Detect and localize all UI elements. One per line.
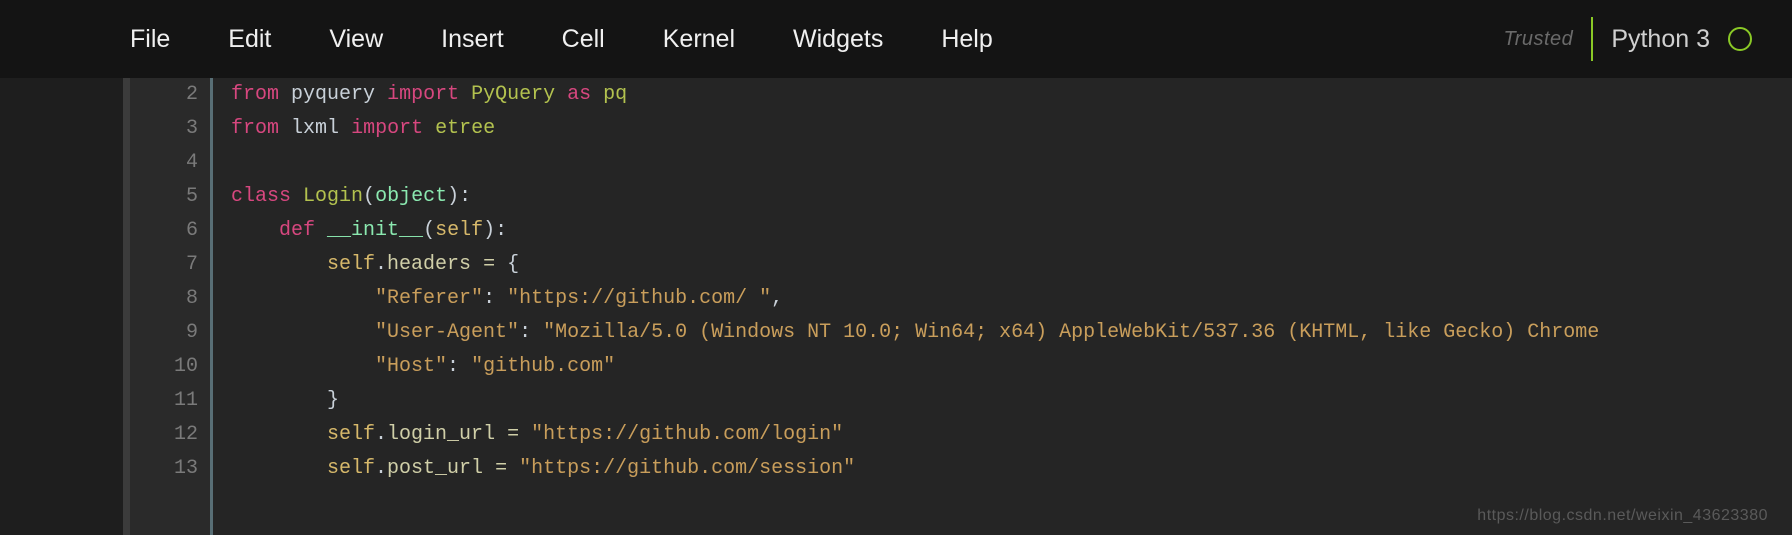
code-cell[interactable]: 2345678910111213 from pyquery import PyQ… <box>130 78 1792 535</box>
trusted-label: Trusted <box>1503 28 1573 51</box>
line-number: 12 <box>130 418 210 452</box>
code-line[interactable]: self.headers = { <box>231 248 1792 282</box>
menu-items: File Edit View Insert Cell Kernel Widget… <box>130 25 993 54</box>
code-line[interactable]: from pyquery import PyQuery as pq <box>231 78 1792 112</box>
menu-cell[interactable]: Cell <box>562 25 605 54</box>
line-number-gutter: 2345678910111213 <box>130 78 210 535</box>
line-number: 13 <box>130 452 210 486</box>
menu-file[interactable]: File <box>130 25 170 54</box>
line-number: 3 <box>130 112 210 146</box>
code-line[interactable]: } <box>231 384 1792 418</box>
code-line[interactable] <box>231 146 1792 180</box>
line-number: 5 <box>130 180 210 214</box>
notebook-body: 2345678910111213 from pyquery import PyQ… <box>0 78 1792 535</box>
code-line[interactable]: "Referer": "https://github.com/ ", <box>231 282 1792 316</box>
line-number: 7 <box>130 248 210 282</box>
code-line[interactable]: "Host": "github.com" <box>231 350 1792 384</box>
cell-marker <box>123 78 130 535</box>
prompt-area <box>0 78 130 535</box>
kernel-idle-icon[interactable] <box>1728 27 1752 51</box>
code-line[interactable]: class Login(object): <box>231 180 1792 214</box>
menubar: File Edit View Insert Cell Kernel Widget… <box>0 0 1792 78</box>
line-number: 10 <box>130 350 210 384</box>
watermark: https://blog.csdn.net/weixin_43623380 <box>1477 507 1768 525</box>
line-number: 11 <box>130 384 210 418</box>
code-line[interactable]: self.login_url = "https://github.com/log… <box>231 418 1792 452</box>
menu-edit[interactable]: Edit <box>228 25 271 54</box>
line-number: 2 <box>130 78 210 112</box>
code-line[interactable]: "User-Agent": "Mozilla/5.0 (Windows NT 1… <box>231 316 1792 350</box>
menu-widgets[interactable]: Widgets <box>793 25 883 54</box>
menu-kernel[interactable]: Kernel <box>663 25 735 54</box>
line-number: 8 <box>130 282 210 316</box>
line-number: 9 <box>130 316 210 350</box>
menu-view[interactable]: View <box>329 25 383 54</box>
menu-insert[interactable]: Insert <box>441 25 504 54</box>
line-number: 6 <box>130 214 210 248</box>
kernel-status-block: Trusted Python 3 <box>1503 0 1752 78</box>
menu-help[interactable]: Help <box>941 25 992 54</box>
status-separator <box>1591 17 1593 61</box>
kernel-name[interactable]: Python 3 <box>1611 25 1710 54</box>
line-number: 4 <box>130 146 210 180</box>
code-line[interactable]: from lxml import etree <box>231 112 1792 146</box>
code-line[interactable]: def __init__(self): <box>231 214 1792 248</box>
code-line[interactable]: self.post_url = "https://github.com/sess… <box>231 452 1792 486</box>
code-editor[interactable]: from pyquery import PyQuery as pqfrom lx… <box>213 78 1792 535</box>
